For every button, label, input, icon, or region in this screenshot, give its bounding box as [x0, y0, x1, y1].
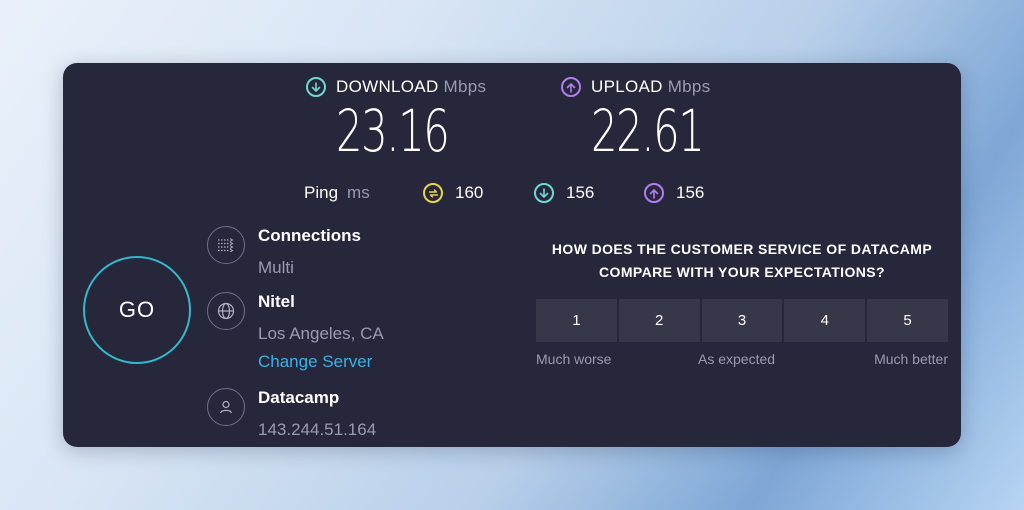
survey-question-line1: HOW DOES THE CUSTOMER SERVICE OF DATACAM…	[551, 241, 933, 257]
provider-name: Datacamp	[258, 388, 340, 407]
rating-option-3[interactable]: 3	[701, 299, 783, 342]
upload-unit: Mbps	[667, 77, 711, 96]
rating-label-mid: As expected	[698, 351, 776, 367]
download-value: 23.16	[336, 97, 450, 165]
upload-metric: UPLOAD Mbps 22.61	[561, 77, 747, 163]
ping-unit: ms	[347, 183, 370, 202]
upload-label: UPLOAD	[591, 77, 663, 96]
ping-upload: 156	[644, 183, 704, 203]
ping-idle-value: 160	[455, 183, 484, 202]
arrow-down-circle-icon	[306, 77, 326, 97]
user-icon	[207, 388, 245, 426]
ping-row: Ping ms 160 156 156	[304, 183, 704, 203]
globe-icon	[207, 292, 245, 330]
rating-option-1[interactable]: 1	[536, 299, 617, 342]
rating-option-4[interactable]: 4	[784, 299, 866, 342]
rating-label-low: Much worse	[536, 351, 612, 367]
ping-download-value: 156	[566, 183, 595, 202]
ping-idle: 160	[423, 183, 483, 203]
connections-title: Connections	[258, 226, 361, 245]
speedtest-result-card: DOWNLOAD Mbps 23.16 UPLOAD Mbps 22.61 Pi…	[63, 63, 961, 447]
arrow-up-circle-icon	[561, 77, 581, 97]
rating-scale: 1 2 3 4 5	[536, 299, 948, 342]
change-server-link[interactable]: Change Server	[258, 352, 372, 372]
ping-label: Ping	[304, 183, 339, 202]
rating-option-2[interactable]: 2	[618, 299, 700, 342]
provider-ip: 143.244.51.164	[258, 420, 377, 439]
connections-icon	[207, 226, 245, 264]
rating-option-5[interactable]: 5	[867, 299, 948, 342]
upload-value: 22.61	[591, 97, 705, 165]
connections-value: Multi	[258, 258, 294, 277]
survey-question-line2: COMPARE WITH YOUR EXPECTATIONS?	[599, 264, 885, 280]
download-unit: Mbps	[443, 77, 487, 96]
idle-latency-icon	[423, 183, 443, 203]
rating-label-high: Much better	[874, 351, 948, 367]
server-location: Los Angeles, CA	[258, 324, 384, 343]
ping-download: 156	[534, 183, 594, 203]
go-button[interactable]: GO	[83, 256, 191, 364]
download-label: DOWNLOAD	[336, 77, 439, 96]
arrow-up-circle-icon	[644, 183, 664, 203]
server-name: Nitel	[258, 292, 295, 311]
survey-question: HOW DOES THE CUSTOMER SERVICE OF DATACAM…	[536, 238, 948, 284]
ping-upload-value: 156	[676, 183, 705, 202]
arrow-down-circle-icon	[534, 183, 554, 203]
download-metric: DOWNLOAD Mbps 23.16	[306, 77, 492, 163]
